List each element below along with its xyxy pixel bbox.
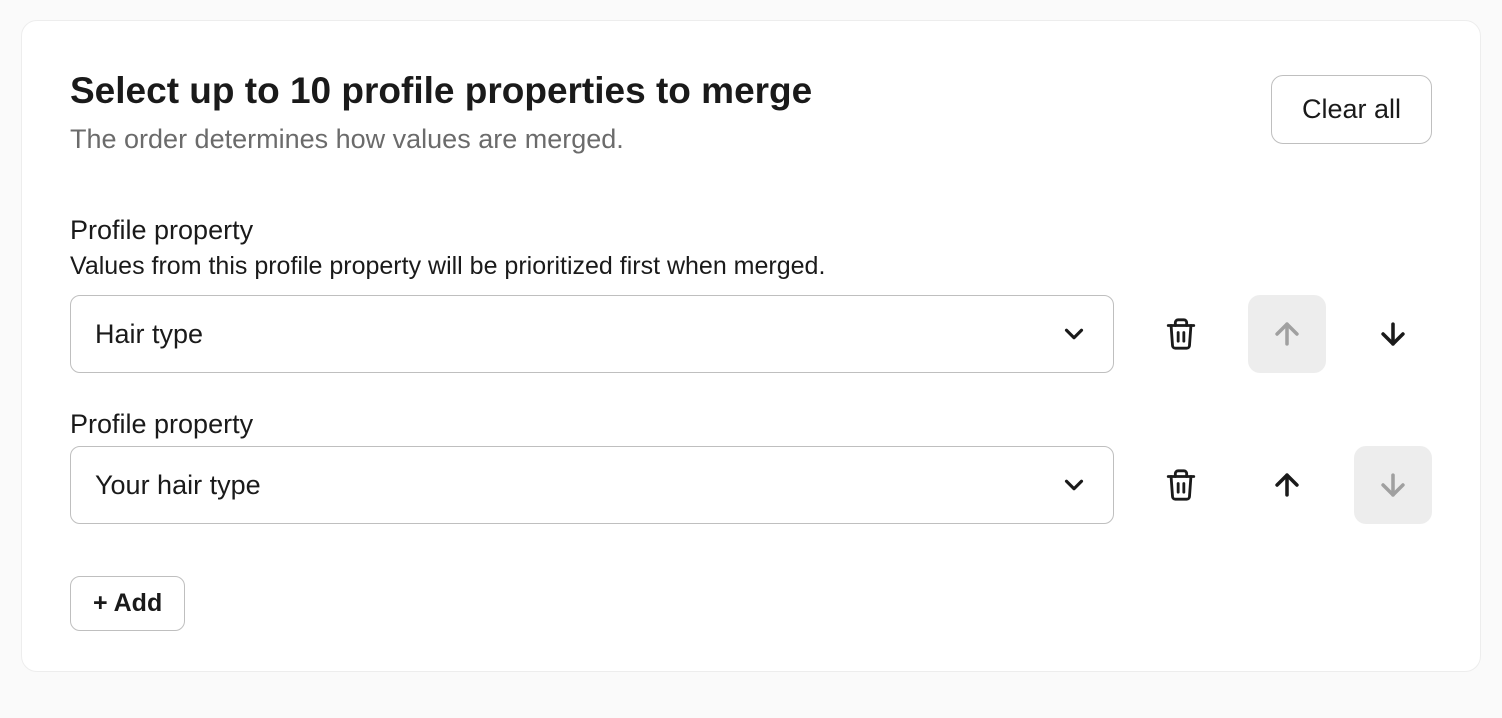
move-down-button (1354, 446, 1432, 524)
arrow-up-icon (1270, 317, 1304, 351)
property-select[interactable]: Your hair type (70, 446, 1114, 524)
header-row: Select up to 10 profile properties to me… (70, 69, 1432, 159)
delete-button[interactable] (1142, 446, 1220, 524)
move-down-button[interactable] (1354, 295, 1432, 373)
add-button[interactable]: + Add (70, 576, 185, 631)
property-row: Hair type (70, 295, 1432, 373)
property-select-value: Your hair type (95, 470, 261, 501)
property-select-value: Hair type (95, 319, 203, 350)
title-block: Select up to 10 profile properties to me… (70, 69, 1271, 159)
merge-properties-card: Select up to 10 profile properties to me… (21, 20, 1481, 672)
delete-button[interactable] (1142, 295, 1220, 373)
trash-icon (1164, 317, 1198, 351)
chevron-down-icon (1059, 470, 1089, 500)
arrow-down-icon (1376, 468, 1410, 502)
clear-all-button[interactable]: Clear all (1271, 75, 1432, 144)
page-title: Select up to 10 profile properties to me… (70, 69, 1271, 113)
property-row: Your hair type (70, 446, 1432, 524)
move-up-button[interactable] (1248, 446, 1326, 524)
trash-icon (1164, 468, 1198, 502)
property-label: Profile property (70, 409, 1432, 440)
page-subtitle: The order determines how values are merg… (70, 121, 1271, 159)
property-block-0: Profile property Values from this profil… (70, 215, 1432, 373)
property-block-1: Profile property Your hair type (70, 409, 1432, 524)
arrow-down-icon (1376, 317, 1410, 351)
property-helper: Values from this profile property will b… (70, 252, 1432, 281)
move-up-button (1248, 295, 1326, 373)
arrow-up-icon (1270, 468, 1304, 502)
chevron-down-icon (1059, 319, 1089, 349)
property-select[interactable]: Hair type (70, 295, 1114, 373)
property-label: Profile property (70, 215, 1432, 246)
